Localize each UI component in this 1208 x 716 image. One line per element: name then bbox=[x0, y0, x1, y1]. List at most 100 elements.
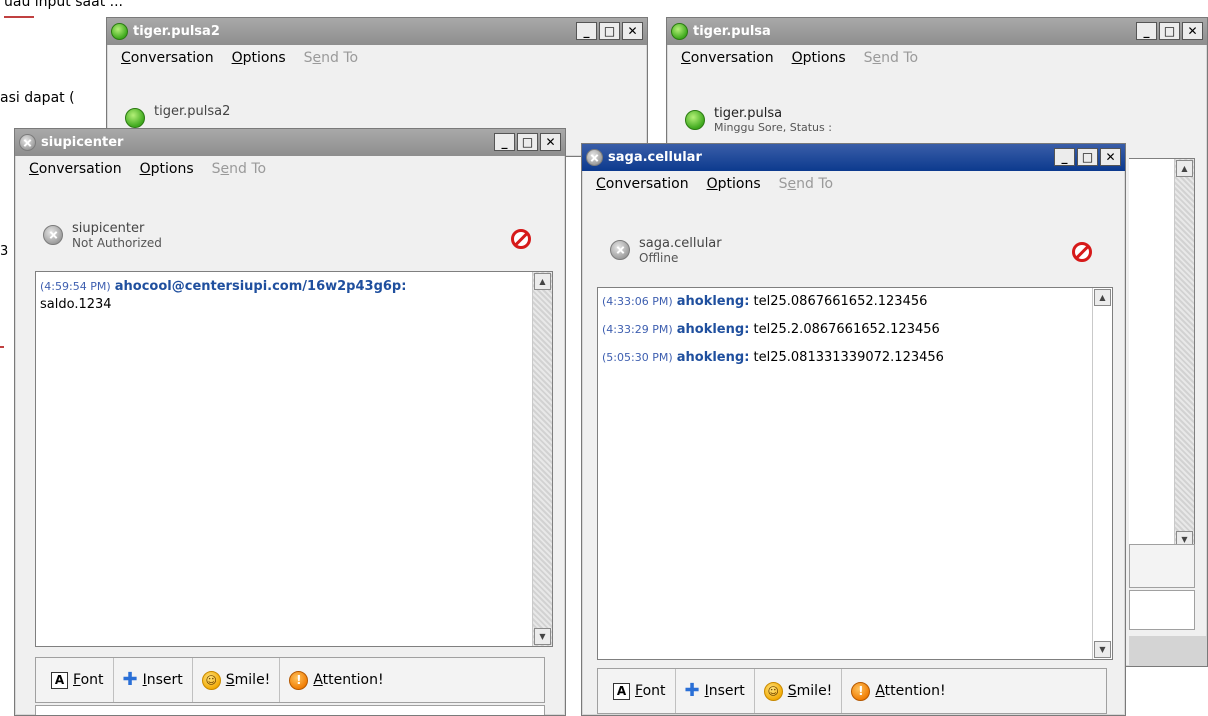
smile-button[interactable]: ☺ Smile! bbox=[193, 658, 281, 702]
minimize-button[interactable]: _ bbox=[494, 133, 515, 151]
contact-online-icon bbox=[685, 110, 705, 130]
close-button[interactable]: ✕ bbox=[1100, 148, 1121, 166]
insert-button[interactable]: ✚ Insert bbox=[676, 669, 755, 713]
menu-options[interactable]: Options bbox=[707, 176, 761, 192]
title-bar[interactable]: siupicenter _ □ ✕ bbox=[15, 129, 565, 156]
window-title: saga.cellular bbox=[608, 150, 702, 165]
minimize-button[interactable]: _ bbox=[1136, 22, 1157, 40]
contact-name: tiger.pulsa bbox=[714, 106, 783, 121]
close-button[interactable]: ✕ bbox=[540, 133, 561, 151]
button-label: Attention! bbox=[313, 672, 383, 688]
title-bar[interactable]: saga.cellular _ □ ✕ bbox=[582, 144, 1125, 171]
attention-icon: ! bbox=[851, 681, 871, 701]
title-bar[interactable]: tiger.pulsa _ □ ✕ bbox=[667, 18, 1207, 45]
scroll-up-button[interactable]: ▲ bbox=[534, 273, 551, 290]
compose-input[interactable] bbox=[35, 705, 545, 715]
attention-button[interactable]: ! Attention! bbox=[280, 658, 392, 702]
scroll-down-button[interactable]: ▼ bbox=[534, 628, 551, 645]
font-button[interactable]: A Font bbox=[42, 658, 114, 702]
menu-conversation[interactable]: Conversation bbox=[29, 161, 122, 177]
minimize-button[interactable]: _ bbox=[576, 22, 597, 40]
smile-button[interactable]: ☺ Smile! bbox=[755, 669, 843, 713]
block-icon[interactable] bbox=[511, 229, 531, 249]
button-label-rest: mile! bbox=[796, 683, 833, 699]
menu-conversation[interactable]: Conversation bbox=[596, 176, 689, 192]
button-mnemonic: S bbox=[225, 672, 235, 688]
button-label: Smile! bbox=[788, 683, 833, 699]
doc-mark bbox=[0, 346, 4, 348]
menu-mnemonic: C bbox=[121, 50, 131, 66]
menu-label: S bbox=[863, 50, 873, 66]
menu-send-to[interactable]: Send To bbox=[779, 176, 833, 192]
button-label-rest: mile! bbox=[234, 672, 271, 688]
compose-area[interactable] bbox=[1129, 590, 1195, 630]
message-text: saldo.1234 bbox=[40, 297, 112, 312]
menu-options[interactable]: Options bbox=[232, 50, 286, 66]
menu-send-to[interactable]: Send To bbox=[864, 50, 918, 66]
chat-window-saga-cellular: saga.cellular _ □ ✕ Conversation Options… bbox=[581, 143, 1126, 716]
message-log[interactable]: ▲ ▼ bbox=[1129, 158, 1195, 550]
doc-text-fragment-mid: asi dapat ( bbox=[0, 90, 75, 106]
menu-options[interactable]: Options bbox=[140, 161, 194, 177]
menu-send-to[interactable]: Send To bbox=[304, 50, 358, 66]
insert-icon: ✚ bbox=[684, 680, 700, 701]
menu-mnemonic: C bbox=[681, 50, 691, 66]
menu-label: ptions bbox=[150, 161, 194, 177]
vertical-scrollbar[interactable]: ▲ ▼ bbox=[1174, 159, 1194, 549]
message-sender: ahocool@centersiupi.com/16w2p43g6p: bbox=[114, 279, 407, 294]
contact-online-icon bbox=[125, 108, 145, 128]
menu-label: S bbox=[211, 161, 221, 177]
message-log[interactable]: (4:59:54 PM) ahocool@centersiupi.com/16w… bbox=[35, 271, 553, 647]
message-log[interactable]: (4:33:06 PM) ahokleng: tel25.0867661652.… bbox=[597, 287, 1113, 660]
attention-button[interactable]: ! Attention! bbox=[842, 669, 954, 713]
message-text: tel25.081331339072.123456 bbox=[753, 350, 944, 365]
scroll-down-button[interactable]: ▼ bbox=[1094, 641, 1111, 658]
maximize-button[interactable]: □ bbox=[1159, 22, 1180, 40]
close-button[interactable]: ✕ bbox=[622, 22, 643, 40]
maximize-button[interactable]: □ bbox=[599, 22, 620, 40]
button-label: Font bbox=[73, 672, 104, 688]
insert-button[interactable]: ✚ Insert bbox=[114, 658, 193, 702]
menu-mnemonic: O bbox=[139, 161, 151, 177]
menu-mnemonic: O bbox=[231, 50, 243, 66]
menu-mnemonic: O bbox=[706, 176, 718, 192]
menu-send-to[interactable]: Send To bbox=[212, 161, 266, 177]
menu-label: nd To bbox=[796, 176, 834, 192]
menu-mnemonic: O bbox=[791, 50, 803, 66]
title-bar[interactable]: tiger.pulsa2 _ □ ✕ bbox=[107, 18, 647, 45]
menu-options[interactable]: Options bbox=[792, 50, 846, 66]
font-button[interactable]: A Font bbox=[604, 669, 676, 713]
scroll-up-button[interactable]: ▲ bbox=[1176, 160, 1193, 177]
spellcheck-underline bbox=[4, 16, 34, 18]
window-title: tiger.pulsa bbox=[693, 24, 771, 39]
status-offline-icon bbox=[586, 149, 603, 166]
vertical-scrollbar[interactable]: ▲ ▼ bbox=[1092, 288, 1112, 659]
menu-conversation[interactable]: Conversation bbox=[681, 50, 774, 66]
contact-offline-icon bbox=[43, 225, 63, 245]
menu-label: S bbox=[303, 50, 313, 66]
button-label-rest: ont bbox=[642, 683, 666, 699]
menu-label: ptions bbox=[802, 50, 846, 66]
status-online-icon bbox=[671, 23, 688, 40]
button-label: Insert bbox=[705, 683, 745, 699]
block-icon[interactable] bbox=[1072, 242, 1092, 262]
maximize-button[interactable]: □ bbox=[517, 133, 538, 151]
menu-label: nd To bbox=[229, 161, 267, 177]
minimize-button[interactable]: _ bbox=[1054, 148, 1075, 166]
menu-label: S bbox=[778, 176, 788, 192]
menu-label: onversation bbox=[130, 50, 214, 66]
vertical-scrollbar[interactable]: ▲ ▼ bbox=[532, 272, 552, 646]
scroll-up-button[interactable]: ▲ bbox=[1094, 289, 1111, 306]
smiley-icon: ☺ bbox=[201, 670, 221, 690]
maximize-button[interactable]: □ bbox=[1077, 148, 1098, 166]
message-text: tel25.0867661652.123456 bbox=[753, 294, 928, 309]
button-mnemonic: A bbox=[875, 683, 885, 699]
menu-conversation[interactable]: Conversation bbox=[121, 50, 214, 66]
button-label-rest: nsert bbox=[146, 672, 183, 688]
menu-bar: Conversation Options Send To bbox=[667, 45, 1207, 71]
close-button[interactable]: ✕ bbox=[1182, 22, 1203, 40]
window-footer bbox=[1129, 636, 1207, 666]
contact-name: tiger.pulsa2 bbox=[154, 104, 231, 119]
chat-window-siupicenter: siupicenter _ □ ✕ Conversation Options S… bbox=[14, 128, 566, 716]
button-label: Insert bbox=[143, 672, 183, 688]
